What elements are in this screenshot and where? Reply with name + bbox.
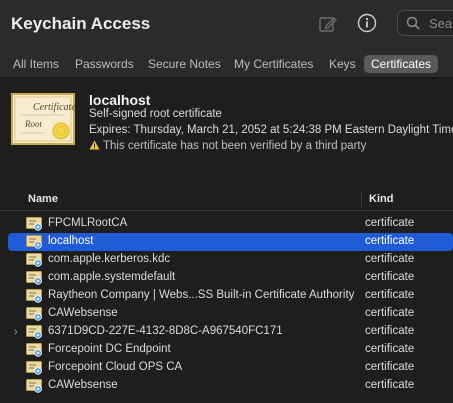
- row-kind: certificate: [365, 271, 415, 283]
- table-row[interactable]: CAWebsense certificate: [8, 377, 453, 395]
- table-row[interactable]: com.apple.systemdefault certificate: [8, 269, 453, 287]
- certificate-icon: [26, 325, 42, 339]
- row-kind: certificate: [365, 217, 415, 229]
- table-row[interactable]: Forcepoint Cloud OPS CA certificate: [8, 359, 453, 377]
- row-name: CAWebsense: [48, 379, 118, 391]
- column-header-name[interactable]: Name: [28, 193, 58, 205]
- table-row-selected[interactable]: localhost certificate: [8, 233, 453, 251]
- table-header: Name Kind: [0, 188, 453, 211]
- certificate-icon: [26, 307, 42, 321]
- warning-text: This certificate has not been verified b…: [103, 140, 367, 152]
- search-placeholder: Sear: [429, 16, 453, 31]
- certificate-detail: Certificate Root localhost Self-signed r…: [0, 78, 453, 188]
- row-kind: certificate: [365, 343, 415, 355]
- row-name: Raytheon Company | Webs...SS Built-in Ce…: [48, 289, 355, 301]
- table-row[interactable]: com.apple.kerberos.kdc certificate: [8, 251, 453, 269]
- certificate-expiry: Expires: Thursday, March 21, 2052 at 5:2…: [89, 124, 453, 136]
- search-icon: [406, 16, 420, 30]
- certificate-icon: [26, 217, 42, 231]
- row-name: com.apple.systemdefault: [48, 271, 176, 283]
- compose-icon[interactable]: [318, 14, 338, 34]
- tab-passwords[interactable]: Passwords: [68, 55, 141, 73]
- certificate-icon: [26, 343, 42, 357]
- row-name: FPCMLRootCA: [48, 217, 128, 229]
- category-tabs: All Items Passwords Secure Notes My Cert…: [0, 50, 453, 78]
- column-header-kind[interactable]: Kind: [369, 193, 393, 205]
- certificate-name: localhost: [89, 92, 151, 108]
- tab-keys[interactable]: Keys: [322, 55, 363, 73]
- tab-my-certificates[interactable]: My Certificates: [227, 55, 320, 73]
- certificate-type: Self-signed root certificate: [89, 108, 222, 120]
- tab-secure-notes[interactable]: Secure Notes: [141, 55, 228, 73]
- table-row[interactable]: FPCMLRootCA certificate: [8, 215, 453, 233]
- trust-warning: This certificate has not been verified b…: [89, 140, 366, 152]
- certificate-icon: [26, 289, 42, 303]
- search-field[interactable]: Sear: [397, 10, 453, 36]
- certificate-icon: [26, 379, 42, 393]
- row-kind: certificate: [365, 253, 415, 265]
- certificate-icon: [26, 271, 42, 285]
- table-row[interactable]: › 6371D9CD-227E-4132-8D8C-A967540FC171 c…: [8, 323, 453, 341]
- row-kind: certificate: [365, 361, 415, 373]
- row-kind: certificate: [365, 325, 415, 337]
- chevron-right-icon[interactable]: ›: [14, 326, 18, 338]
- svg-text:Certificate: Certificate: [33, 102, 75, 113]
- tab-all-items[interactable]: All Items: [6, 55, 66, 73]
- table-row[interactable]: Forcepoint DC Endpoint certificate: [8, 341, 453, 359]
- table-row[interactable]: Raytheon Company | Webs...SS Built-in Ce…: [8, 287, 453, 305]
- certificate-icon: [26, 361, 42, 375]
- row-kind: certificate: [365, 235, 415, 247]
- row-name: 6371D9CD-227E-4132-8D8C-A967540FC171: [48, 325, 283, 337]
- row-name: Forcepoint DC Endpoint: [48, 343, 171, 355]
- row-name: CAWebsense: [48, 307, 118, 319]
- table-row[interactable]: CAWebsense certificate: [8, 305, 453, 323]
- row-name: com.apple.kerberos.kdc: [48, 253, 171, 265]
- column-divider[interactable]: [361, 191, 362, 207]
- row-kind: certificate: [365, 307, 415, 319]
- toolbar: Keychain Access Sear: [0, 0, 453, 50]
- row-kind: certificate: [365, 289, 415, 301]
- certificate-icon: [26, 253, 42, 267]
- warning-icon: [89, 140, 100, 150]
- window-title: Keychain Access: [11, 14, 151, 33]
- svg-text:Root: Root: [24, 119, 42, 129]
- row-name: localhost: [48, 235, 94, 247]
- certificate-image: Certificate Root: [11, 93, 76, 145]
- row-name: Forcepoint Cloud OPS CA: [48, 361, 183, 373]
- certificate-icon: [26, 235, 42, 249]
- info-icon[interactable]: [357, 13, 377, 33]
- row-kind: certificate: [365, 379, 415, 391]
- tab-certificates[interactable]: Certificates: [364, 55, 439, 73]
